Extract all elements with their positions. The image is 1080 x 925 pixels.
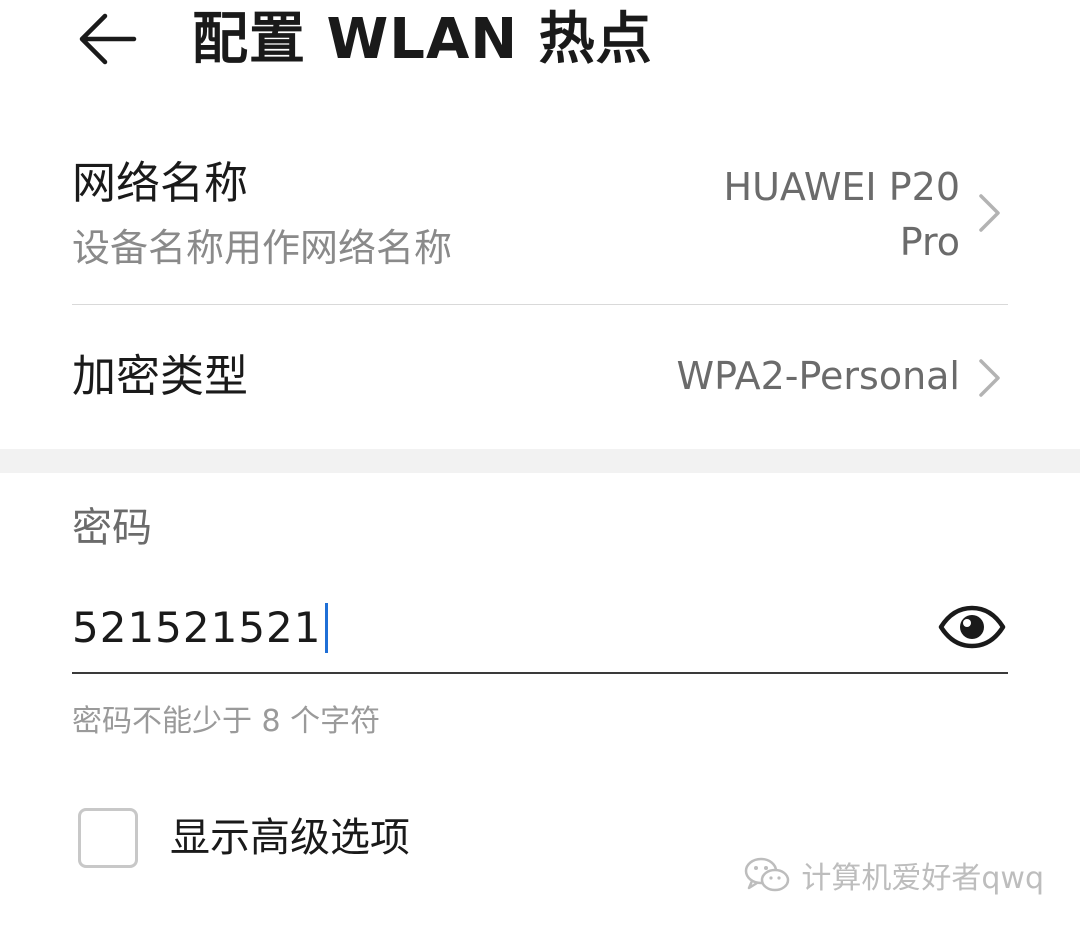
advanced-options-checkbox[interactable] — [78, 808, 138, 868]
advanced-options-label: 显示高级选项 — [170, 815, 410, 861]
network-name-subtitle: 设备名称用作网络名称 — [72, 226, 453, 270]
back-button[interactable] — [72, 8, 142, 70]
network-name-title: 网络名称 — [72, 158, 248, 209]
network-name-value: HUAWEI P20 Pro — [723, 165, 960, 264]
chevron-right-icon — [979, 359, 1000, 397]
arrow-left-icon — [79, 13, 137, 65]
password-value: 521521521 — [72, 603, 322, 652]
page-title: 配置 WLAN 热点 — [192, 7, 653, 72]
show-advanced-options[interactable]: 显示高级选项 — [72, 800, 572, 876]
section-separator — [0, 449, 1080, 473]
password-hint: 密码不能少于 8 个字符 — [72, 704, 381, 739]
encryption-type-title: 加密类型 — [72, 351, 248, 402]
eye-icon — [938, 605, 1006, 649]
password-label: 密码 — [72, 505, 152, 551]
watermark: 计算机爱好者qwq — [743, 850, 1044, 900]
chevron-right-icon — [979, 194, 1000, 232]
top-app-bar: 配置 WLAN 热点 — [0, 0, 1080, 90]
encryption-type-value: WPA2-Personal — [676, 354, 960, 398]
show-password-toggle[interactable] — [936, 600, 1008, 654]
text-cursor — [324, 603, 328, 653]
password-field[interactable]: 521521521 — [72, 586, 1008, 674]
watermark-text: 计算机爱好者qwq — [801, 861, 1044, 896]
password-input[interactable]: 521521521 — [72, 600, 328, 656]
network-name-row[interactable]: 网络名称 设备名称用作网络名称 HUAWEI P20 Pro — [72, 140, 1008, 304]
encryption-type-row[interactable]: 加密类型 WPA2-Personal — [72, 305, 1008, 450]
wechat-logo-icon — [745, 857, 790, 892]
